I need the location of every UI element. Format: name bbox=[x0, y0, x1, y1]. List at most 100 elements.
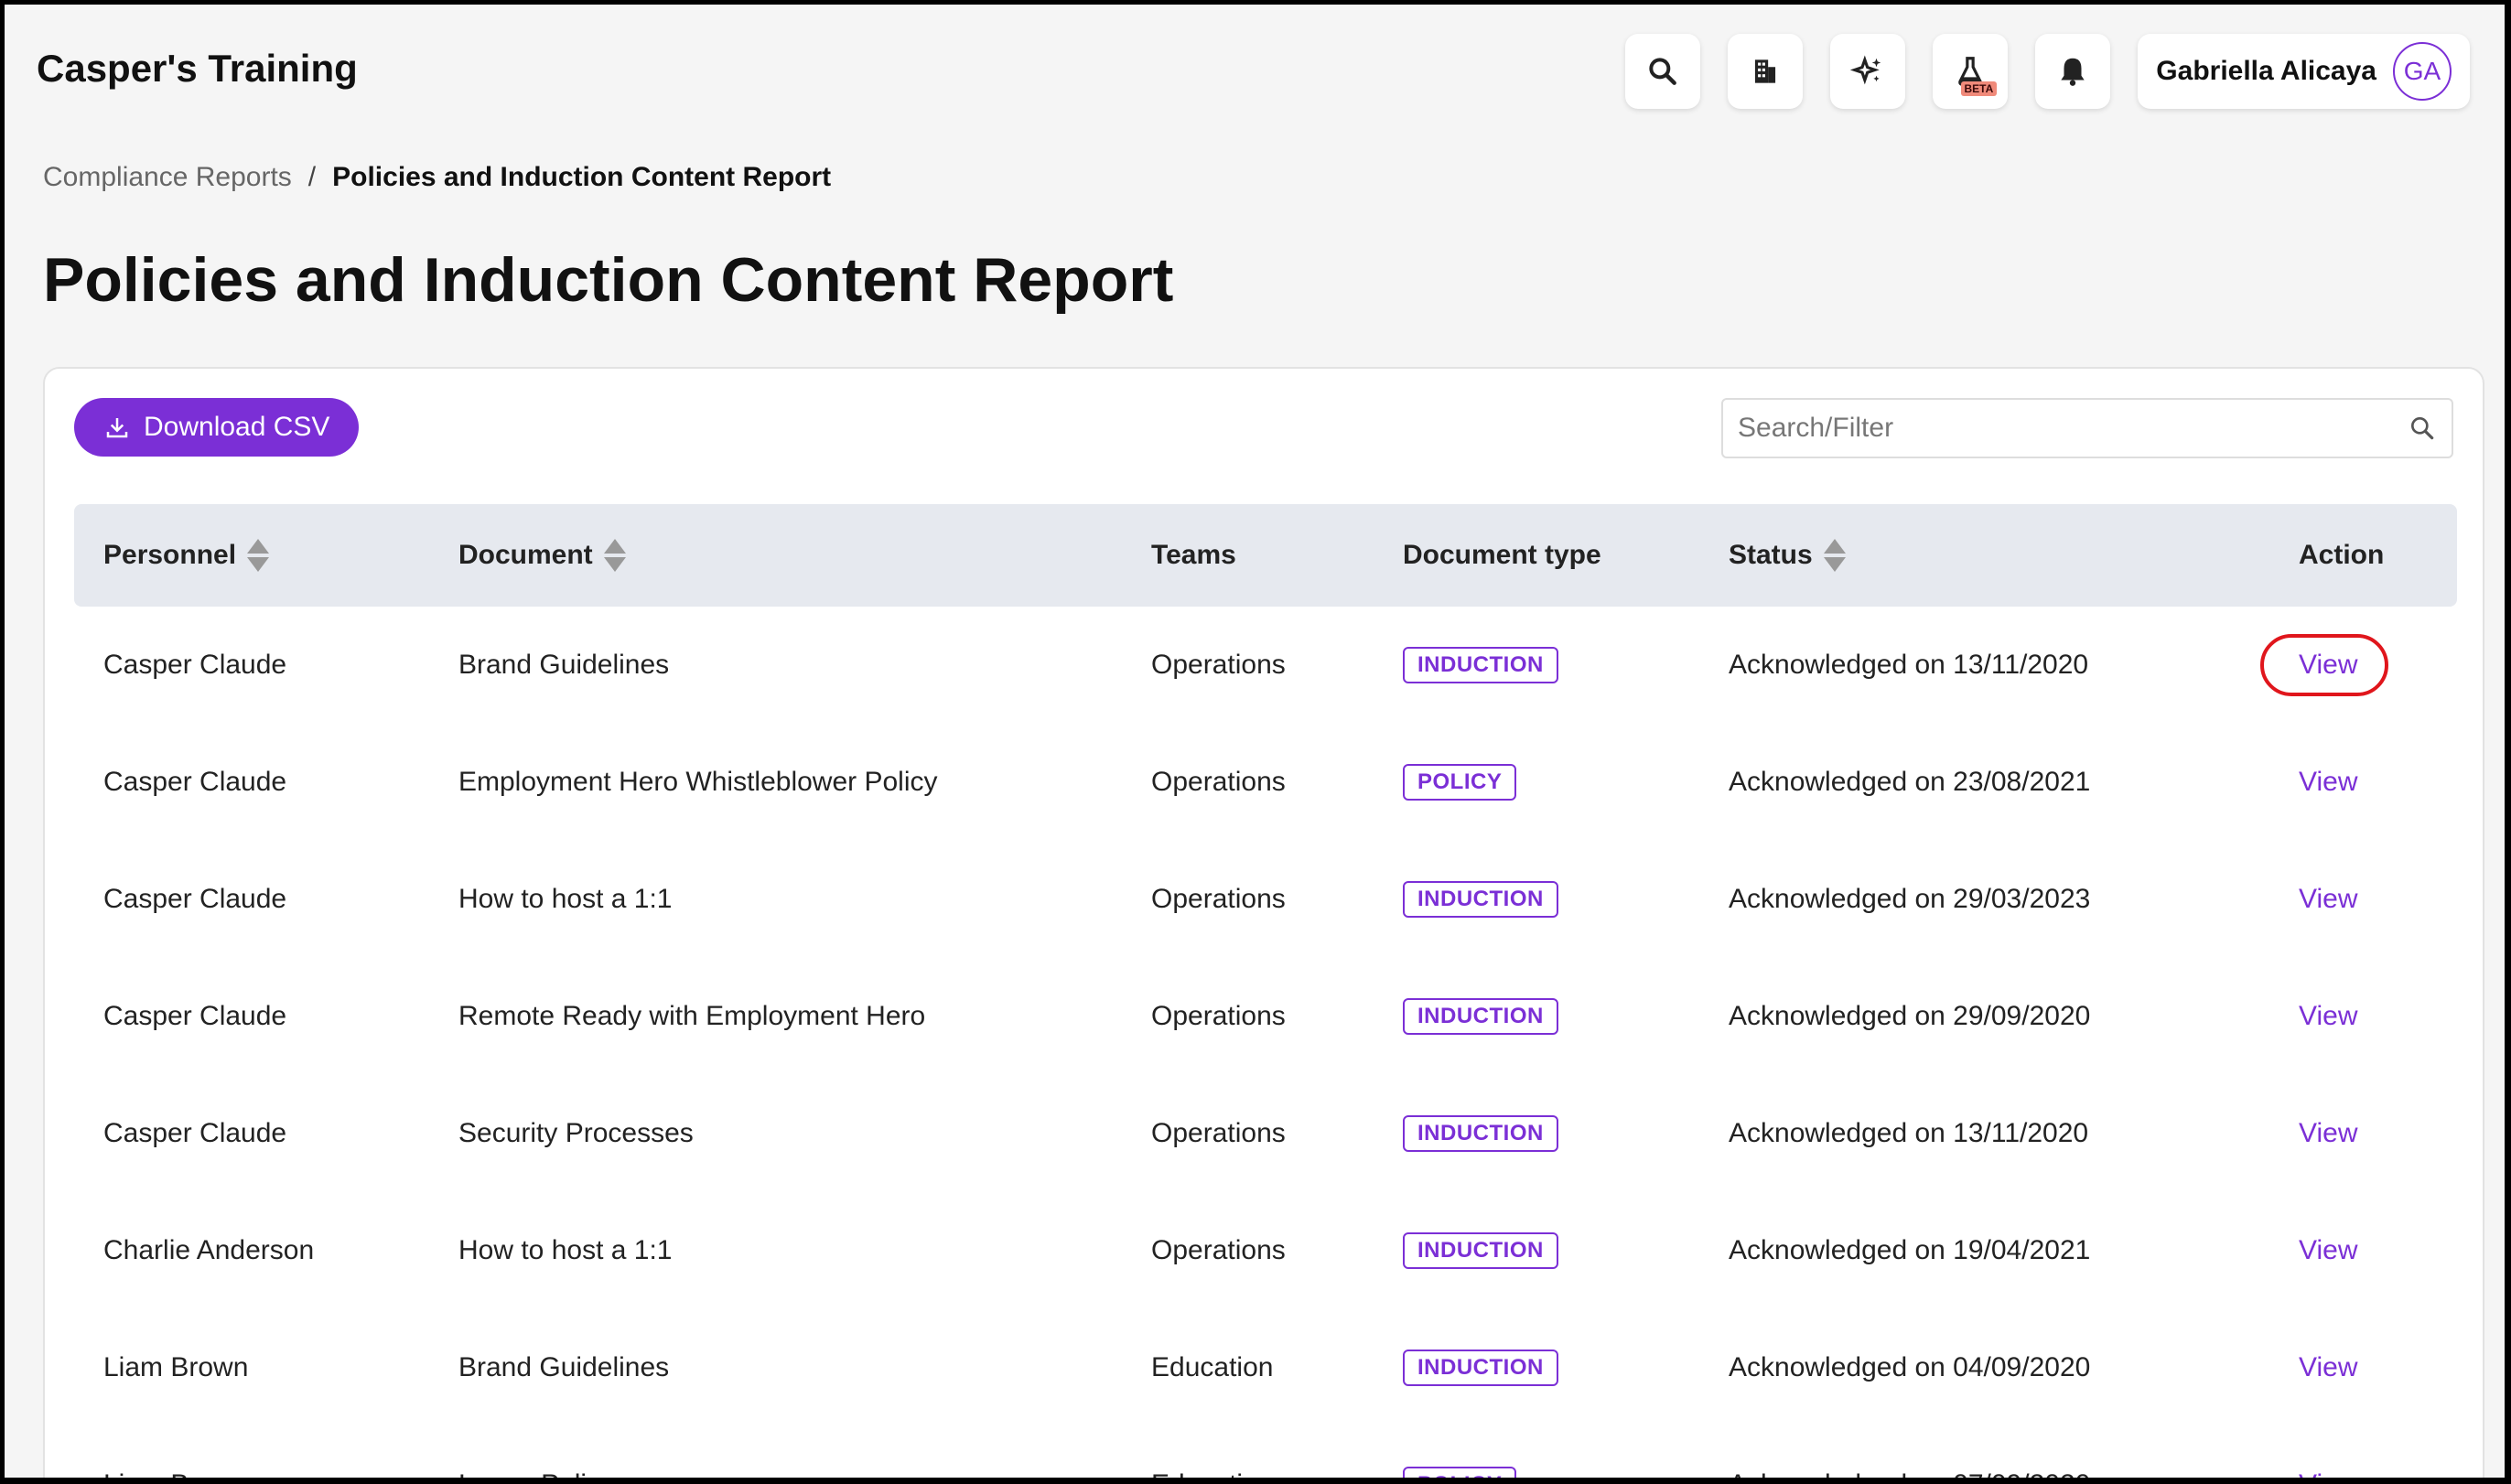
download-csv-label: Download CSV bbox=[144, 412, 330, 442]
table-row: Casper Claude Brand Guidelines Operation… bbox=[74, 607, 2457, 724]
app-title: Casper's Training bbox=[37, 47, 358, 90]
cell-document: How to host a 1:1 bbox=[458, 884, 673, 914]
app-window: Casper's Training BETA Gabriella Alicaya… bbox=[5, 5, 2505, 1478]
breadcrumb-parent-link[interactable]: Compliance Reports bbox=[43, 162, 292, 193]
column-header-label: Document bbox=[458, 540, 593, 570]
search-icon bbox=[1649, 58, 1677, 85]
page-title: Policies and Induction Content Report bbox=[43, 245, 1174, 315]
building-icon bbox=[1755, 59, 1776, 83]
table-row: Casper Claude How to host a 1:1 Operatio… bbox=[74, 841, 2457, 958]
document-type-badge: INDUCTION bbox=[1403, 998, 1558, 1035]
beta-badge: BETA bbox=[1960, 81, 1998, 96]
download-icon bbox=[106, 418, 128, 438]
view-link[interactable]: View bbox=[2299, 1469, 2357, 1478]
cell-document: Brand Guidelines bbox=[458, 650, 670, 680]
cell-personnel: Casper Claude bbox=[103, 1001, 287, 1031]
bell-icon bbox=[2061, 58, 2085, 86]
cell-teams: Operations bbox=[1151, 1235, 1286, 1265]
cell-status: Acknowledged on 29/09/2020 bbox=[1729, 1001, 2091, 1031]
sort-icon[interactable] bbox=[247, 539, 270, 572]
table-row: Casper Claude Employment Hero Whistleblo… bbox=[74, 724, 2457, 841]
column-header-action: Action bbox=[2299, 540, 2384, 571]
column-header-personnel[interactable]: Personnel bbox=[103, 539, 270, 572]
report-card: Download CSV Personnel Document Teams bbox=[43, 367, 2484, 1478]
cell-personnel: Casper Claude bbox=[103, 650, 287, 680]
cell-personnel: Casper Claude bbox=[103, 1118, 287, 1148]
document-type-badge: INDUCTION bbox=[1403, 647, 1558, 683]
table-row: Charlie Anderson How to host a 1:1 Opera… bbox=[74, 1192, 2457, 1309]
table-row: Liam Brown Brand Guidelines Education IN… bbox=[74, 1309, 2457, 1426]
cell-teams: Education bbox=[1151, 1352, 1274, 1382]
view-link[interactable]: View bbox=[2299, 1118, 2357, 1149]
sort-icon[interactable] bbox=[1823, 539, 1846, 572]
cell-document: How to host a 1:1 bbox=[458, 1235, 673, 1265]
cell-status: Acknowledged on 19/04/2021 bbox=[1729, 1235, 2091, 1265]
cell-document: Brand Guidelines bbox=[458, 1352, 670, 1382]
column-header-label: Status bbox=[1729, 540, 1813, 570]
table-row: Casper Claude Remote Ready with Employme… bbox=[74, 958, 2457, 1075]
labs-button[interactable]: BETA bbox=[1933, 34, 2009, 109]
report-table: Personnel Document Teams Document type S… bbox=[74, 504, 2457, 1478]
cell-document: Employment Hero Whistleblower Policy bbox=[458, 767, 938, 797]
cell-document: Leave Policy bbox=[458, 1469, 614, 1478]
column-header-status[interactable]: Status bbox=[1729, 539, 1846, 572]
view-link[interactable]: View bbox=[2299, 884, 2357, 915]
view-link[interactable]: View bbox=[2299, 1235, 2357, 1266]
search-filter-input[interactable] bbox=[1738, 413, 2408, 444]
cell-teams: Operations bbox=[1151, 884, 1286, 914]
cell-personnel: Liam Brown bbox=[103, 1352, 249, 1382]
cell-status: Acknowledged on 29/03/2023 bbox=[1729, 884, 2091, 914]
cell-personnel: Casper Claude bbox=[103, 767, 287, 797]
avatar: GA bbox=[2393, 42, 2452, 101]
cell-status: Acknowledged on 13/11/2020 bbox=[1729, 1118, 2089, 1148]
cell-status: Acknowledged on 04/09/2020 bbox=[1729, 1352, 2091, 1382]
column-header-label: Document type bbox=[1403, 540, 1601, 570]
cell-teams: Operations bbox=[1151, 767, 1286, 797]
table-row: Liam Brown Leave Policy Education POLICY… bbox=[74, 1426, 2457, 1478]
view-link[interactable]: View bbox=[2299, 1352, 2357, 1383]
document-type-badge: POLICY bbox=[1403, 764, 1517, 801]
breadcrumb: Compliance Reports / Policies and Induct… bbox=[43, 162, 831, 193]
cell-personnel: Charlie Anderson bbox=[103, 1235, 315, 1265]
cell-status: Acknowledged on 13/11/2020 bbox=[1729, 650, 2089, 680]
sparkle-icon bbox=[1850, 55, 1881, 85]
cell-personnel: Casper Claude bbox=[103, 884, 287, 914]
breadcrumb-separator: / bbox=[307, 162, 317, 192]
cell-personnel: Liam Brown bbox=[103, 1469, 248, 1478]
view-link[interactable]: View bbox=[2299, 650, 2357, 681]
document-type-badge: POLICY bbox=[1403, 1467, 1517, 1478]
cell-teams: Operations bbox=[1151, 650, 1286, 680]
cell-status: Acknowledged on 23/08/2021 bbox=[1729, 767, 2091, 797]
ai-assistant-button[interactable] bbox=[1830, 34, 1906, 109]
column-header-teams: Teams bbox=[1151, 540, 1236, 571]
cell-teams: Education bbox=[1151, 1469, 1273, 1478]
organisation-button[interactable] bbox=[1728, 34, 1804, 109]
column-header-label: Personnel bbox=[103, 540, 237, 570]
cell-teams: Operations bbox=[1151, 1001, 1286, 1031]
document-type-badge: INDUCTION bbox=[1403, 881, 1558, 918]
column-header-document[interactable]: Document bbox=[458, 539, 626, 572]
notifications-button[interactable] bbox=[2035, 34, 2111, 109]
search-filter-box[interactable] bbox=[1721, 398, 2453, 458]
table-row: Casper Claude Security Processes Operati… bbox=[74, 1075, 2457, 1192]
document-type-badge: INDUCTION bbox=[1403, 1232, 1558, 1269]
sort-icon[interactable] bbox=[603, 539, 626, 572]
user-menu-button[interactable]: Gabriella Alicaya GA bbox=[2138, 34, 2470, 109]
view-link[interactable]: View bbox=[2299, 767, 2357, 798]
cell-teams: Operations bbox=[1151, 1118, 1286, 1148]
search-button[interactable] bbox=[1625, 34, 1701, 109]
document-type-badge: INDUCTION bbox=[1403, 1350, 1558, 1386]
top-toolbar: BETA Gabriella Alicaya GA bbox=[1625, 34, 2470, 109]
document-type-badge: INDUCTION bbox=[1403, 1115, 1558, 1152]
download-csv-button[interactable]: Download CSV bbox=[74, 398, 360, 457]
column-header-label: Action bbox=[2299, 540, 2385, 570]
breadcrumb-current: Policies and Induction Content Report bbox=[332, 162, 832, 192]
table-header: Personnel Document Teams Document type S… bbox=[74, 504, 2457, 607]
column-header-label: Teams bbox=[1151, 540, 1236, 570]
cell-document: Remote Ready with Employment Hero bbox=[458, 1001, 926, 1031]
view-link[interactable]: View bbox=[2299, 1001, 2357, 1032]
column-header-document-type: Document type bbox=[1403, 540, 1601, 571]
search-icon bbox=[2411, 417, 2434, 440]
cell-status: Acknowledged on 07/09/2020 bbox=[1729, 1469, 2090, 1478]
cell-document: Security Processes bbox=[458, 1118, 694, 1148]
